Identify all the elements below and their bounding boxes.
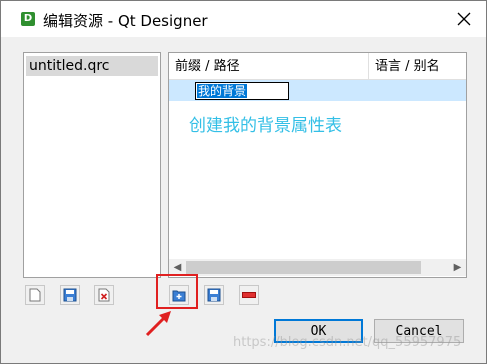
save-icon	[63, 288, 77, 302]
add-files-button[interactable]	[204, 285, 224, 305]
dialog-body: untitled.qrc 前缀 / 路径 语言 / 别名 我的背景 创建我的背景…	[1, 37, 486, 363]
title-bar: D 编辑资源 - Qt Designer	[1, 1, 486, 37]
add-files-icon	[207, 288, 221, 302]
file-item-qrc[interactable]: untitled.qrc	[26, 56, 158, 76]
remove-resource-file-button[interactable]	[94, 285, 114, 305]
scroll-right-arrow-icon[interactable]: ▶	[449, 259, 466, 276]
close-button[interactable]	[441, 1, 486, 37]
header-prefix-path[interactable]: 前缀 / 路径	[169, 53, 369, 79]
new-file-icon	[29, 288, 41, 302]
remove-file-icon	[98, 288, 110, 302]
tree-header: 前缀 / 路径 语言 / 别名	[169, 53, 466, 80]
remove-icon	[242, 292, 256, 298]
save-resource-file-button[interactable]	[60, 285, 80, 305]
qt-designer-icon: D	[21, 12, 35, 26]
close-icon	[457, 12, 470, 26]
prefix-edit-field[interactable]: 我的背景	[195, 82, 289, 100]
resource-file-list[interactable]: untitled.qrc	[23, 52, 161, 278]
add-prefix-highlight-box	[156, 274, 198, 309]
window-title: 编辑资源 - Qt Designer	[43, 12, 208, 30]
horizontal-scrollbar[interactable]: ◀ ▶	[169, 259, 466, 276]
pointer-arrow-icon	[145, 311, 171, 337]
new-resource-file-button[interactable]	[25, 285, 45, 305]
header-language-alias[interactable]: 语言 / 别名	[369, 53, 466, 79]
scroll-thumb[interactable]	[186, 261, 421, 274]
prefix-edit-text: 我的背景	[197, 84, 248, 98]
remove-button[interactable]	[239, 285, 259, 305]
watermark: https://blog.csdn.net/qq_55957975	[233, 335, 462, 350]
edit-resources-dialog: D 编辑资源 - Qt Designer untitled.qrc 前缀 / 路…	[0, 0, 487, 364]
resource-tree[interactable]: 前缀 / 路径 语言 / 别名 我的背景 创建我的背景属性表 ◀ ▶	[168, 52, 467, 278]
annotation-caption: 创建我的背景属性表	[189, 116, 342, 136]
